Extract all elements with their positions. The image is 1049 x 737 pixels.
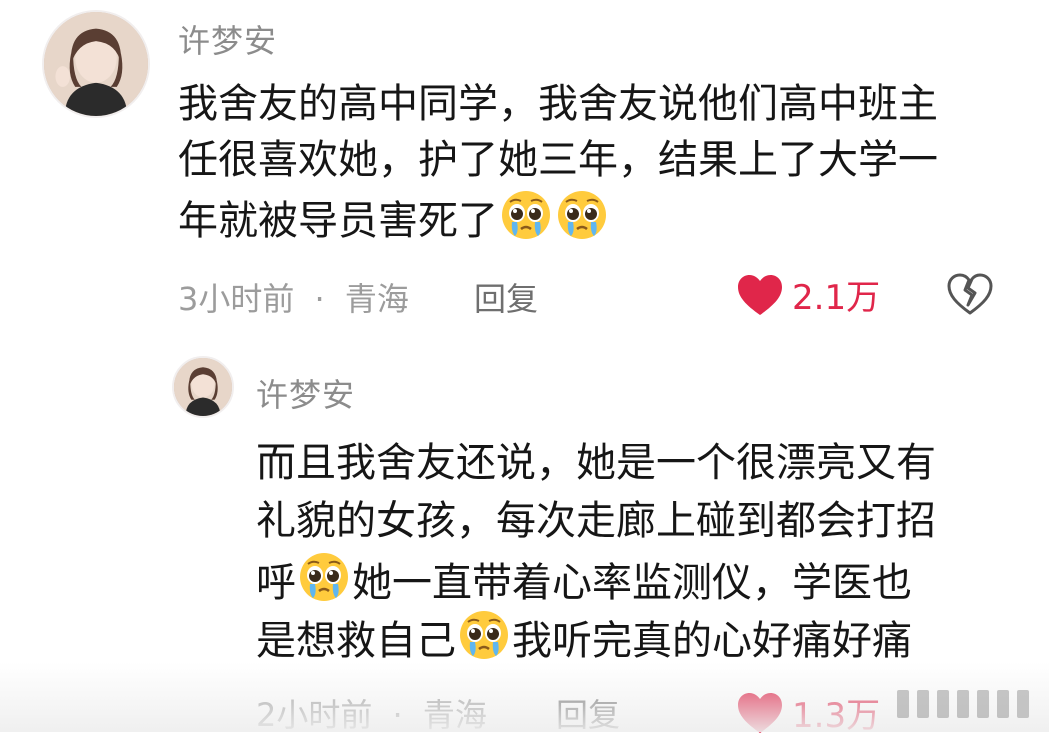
comment-meta: 2小时前 · 青海 <box>256 690 487 736</box>
comment-line: 呼 她一直带着心率监测仪，学医也 <box>256 550 936 608</box>
location: 青海 <box>422 696 487 734</box>
separator-dot: · <box>392 696 403 734</box>
pleading-face-emoji-icon <box>558 191 606 239</box>
dislike-button[interactable] <box>946 272 994 320</box>
comment-1: 许梦安 我舍友的高中同学，我舍友说他们高中班主 任很喜欢她，护了她三年，结果上了… <box>0 0 1049 340</box>
comment-line-text: 我听完真的心好痛好痛 <box>512 618 912 664</box>
comment-line-text: 是想救自己 <box>256 618 456 664</box>
comment-text: 我舍友的高中同学，我舍友说他们高中班主 任很喜欢她，护了她三年，结果上了大学一 … <box>178 76 938 244</box>
comment-line-text: 她一直带着心率监测仪，学医也 <box>352 560 912 606</box>
like-count: 1.3万 <box>792 696 881 736</box>
username[interactable]: 许梦安 <box>256 370 355 416</box>
reply-button[interactable]: 回复 <box>556 690 620 736</box>
like-count: 2.1万 <box>792 278 881 318</box>
reply-button[interactable]: 回复 <box>474 274 538 320</box>
comment-line-text: 年就被导员害死了 <box>178 198 498 244</box>
comment-meta: 3小时前 · 青海 <box>178 274 409 320</box>
heart-icon <box>738 692 782 733</box>
separator-dot: · <box>314 280 325 318</box>
avatar[interactable] <box>172 356 234 418</box>
watermark-bars-icon <box>897 690 1029 718</box>
comment-line: 年就被导员害死了 <box>178 188 938 244</box>
avatar-image <box>174 358 232 416</box>
heart-icon <box>738 274 782 315</box>
like-button[interactable]: 1.3万 <box>736 688 880 737</box>
pleading-face-emoji-icon <box>502 191 550 239</box>
comment-line: 任很喜欢她，护了她三年，结果上了大学一 <box>178 137 938 183</box>
pleading-face-emoji-icon <box>300 553 348 601</box>
broken-heart-icon <box>947 273 993 315</box>
comment-line: 而且我舍友还说，她是一个很漂亮又有 <box>256 440 936 486</box>
like-button[interactable]: 2.1万 <box>736 270 880 319</box>
timestamp: 3小时前 <box>178 280 295 318</box>
pleading-face-emoji-icon <box>460 611 508 659</box>
comment-2-reply: 许梦安 而且我舍友还说，她是一个很漂亮又有 礼貌的女孩，每次走廊上碰到都会打招 … <box>0 340 1049 736</box>
avatar[interactable] <box>42 10 150 118</box>
timestamp: 2小时前 <box>256 696 373 734</box>
location: 青海 <box>344 280 409 318</box>
username[interactable]: 许梦安 <box>178 16 277 62</box>
comment-text: 而且我舍友还说，她是一个很漂亮又有 礼貌的女孩，每次走廊上碰到都会打招 呼 她一… <box>256 434 936 666</box>
comment-line: 礼貌的女孩，每次走廊上碰到都会打招 <box>256 498 936 544</box>
comment-line: 我舍友的高中同学，我舍友说他们高中班主 <box>178 81 938 127</box>
comment-line-text: 呼 <box>256 560 296 606</box>
comment-line: 是想救自己 我听完真的心好痛好痛 <box>256 608 936 666</box>
avatar-image <box>44 12 148 116</box>
